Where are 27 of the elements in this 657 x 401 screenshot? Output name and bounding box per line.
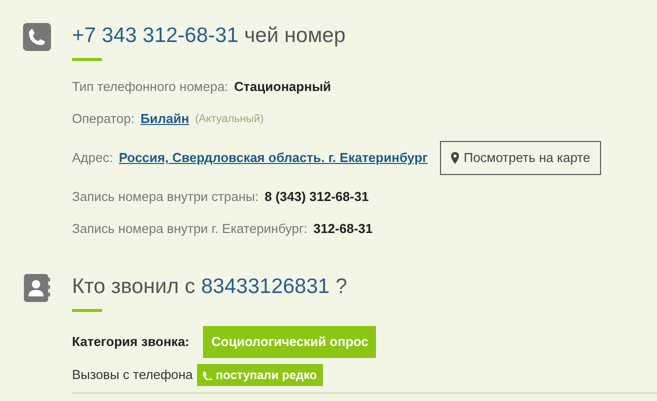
heading-text: чей номер xyxy=(244,24,346,47)
field-link[interactable]: Россия, Свердловская область. г. Екатеринбург xyxy=(118,148,428,168)
phone-number: 83433126831 xyxy=(201,275,330,298)
map-pin-icon xyxy=(450,152,459,164)
field-value: 8 (343) 312-68-31 xyxy=(264,188,369,206)
phone-icon xyxy=(202,370,212,380)
heading-underline xyxy=(72,309,102,312)
calls-label: Вызовы с телефона xyxy=(72,366,193,384)
phone-icon xyxy=(23,23,51,51)
map-button[interactable]: Посмотреть на карте xyxy=(440,141,602,175)
field-label: Запись номера внутри страны: xyxy=(72,188,259,206)
field-label: Тип телефонного номера: xyxy=(72,78,228,96)
heading-text: Кто звонил с xyxy=(72,275,196,298)
field-label: Оператор: xyxy=(72,110,134,128)
category-label: Категория звонка: xyxy=(72,333,190,352)
frequency-badge: поступали редко xyxy=(196,364,323,386)
category-badge: Социологический опрос xyxy=(203,326,376,358)
phone-number: +7 343 312-68-31 xyxy=(72,24,238,47)
field-label: Адрес: xyxy=(72,149,113,168)
field-value: Стационарный xyxy=(234,78,332,96)
field-link[interactable]: Билайн xyxy=(140,109,190,129)
status-note: (Актуальный) xyxy=(195,112,264,127)
contact-book-icon xyxy=(23,274,51,302)
field-label: Запись номера внутри г. Екатеринбург: xyxy=(72,220,308,238)
field-value: 312-68-31 xyxy=(313,220,373,238)
question-mark: ? xyxy=(335,275,348,298)
heading-underline xyxy=(72,58,102,61)
